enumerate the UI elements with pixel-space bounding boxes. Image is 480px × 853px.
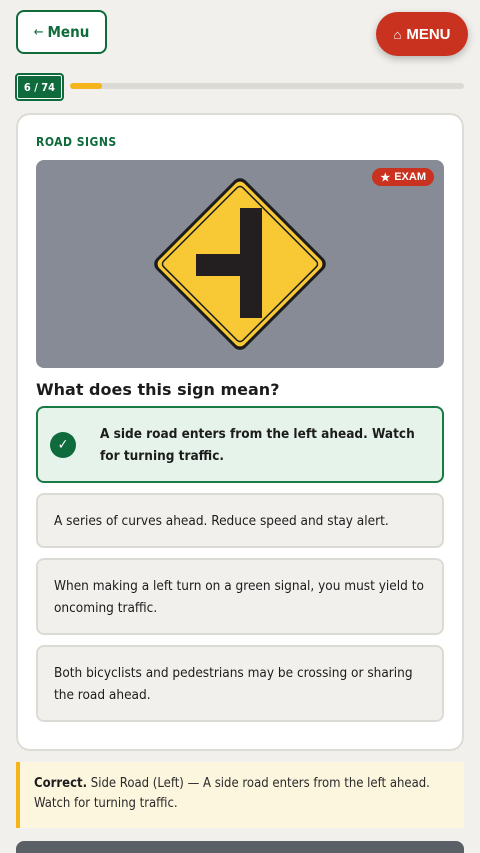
menu-button-label: MENU (406, 25, 451, 43)
sign-image-panel: ★ EXAM (36, 160, 444, 368)
next-button[interactable] (16, 841, 464, 853)
answer-option-2[interactable]: A series of curves ahead. Reduce speed a… (36, 493, 444, 548)
feedback-text: Side Road (Left) — A side road enters fr… (34, 776, 430, 811)
answer-option-3[interactable]: When making a left turn on a green signa… (36, 558, 444, 635)
question-counter: 6 / 74 (15, 73, 64, 101)
exam-badge-label: EXAM (394, 171, 426, 183)
exam-badge: ★ EXAM (372, 168, 434, 186)
answer-option-text: When making a left turn on a green signa… (54, 577, 424, 616)
back-button-label: Menu (47, 23, 90, 41)
question-text: What does this sign mean? (36, 380, 280, 399)
arrow-left-icon: ← (33, 24, 44, 40)
star-icon: ★ (380, 171, 391, 184)
progress-row: 6 / 74 (15, 73, 464, 101)
question-card: ROAD SIGNS ★ EXAM What does this sign me… (16, 113, 464, 751)
category-label: ROAD SIGNS (36, 135, 117, 149)
side-road-left-sign-icon (154, 178, 326, 350)
feedback-panel: Correct. Side Road (Left) — A side road … (16, 762, 464, 828)
answer-option-1[interactable]: ✓ A side road enters from the left ahead… (36, 406, 444, 483)
back-to-menu-button[interactable]: ← Menu (16, 10, 107, 54)
check-icon: ✓ (50, 431, 76, 458)
answer-option-text: Both bicyclists and pedestrians may be c… (54, 664, 413, 703)
answer-option-4[interactable]: Both bicyclists and pedestrians may be c… (36, 645, 444, 722)
answer-option-text: A series of curves ahead. Reduce speed a… (54, 512, 389, 529)
top-bar: ← Menu ⌂ MENU (0, 0, 480, 70)
answer-option-text: A side road enters from the left ahead. … (100, 425, 415, 464)
home-icon: ⌂ (393, 26, 402, 42)
progress-fill (70, 83, 102, 89)
feedback-lead: Correct. (34, 776, 88, 791)
progress-track (70, 83, 464, 89)
menu-button[interactable]: ⌂ MENU (376, 12, 468, 56)
